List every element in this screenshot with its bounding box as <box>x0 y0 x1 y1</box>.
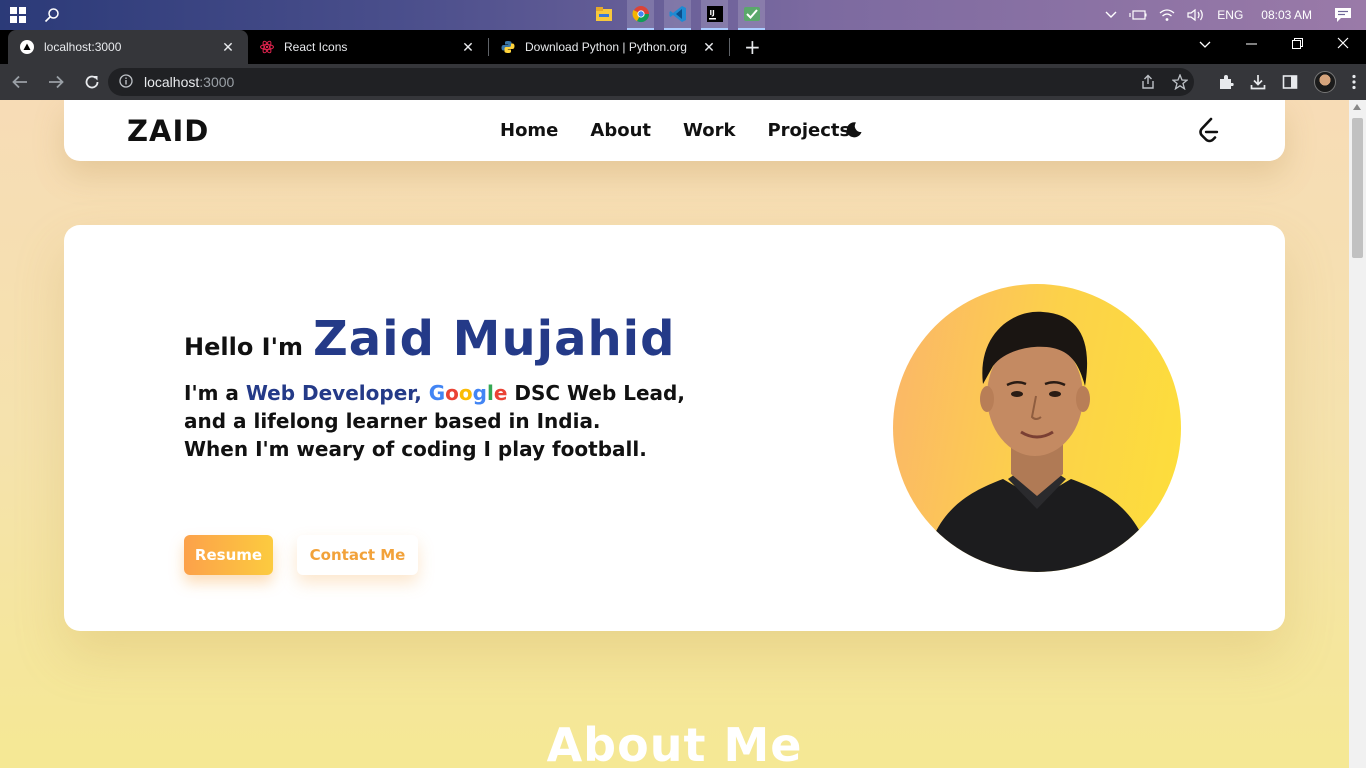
google-letter: g <box>472 381 487 405</box>
tab-divider <box>729 38 730 56</box>
close-tab-icon[interactable]: ✕ <box>220 39 236 56</box>
tab-react-icons[interactable]: React Icons ✕ <box>248 30 488 64</box>
tab-strip: localhost:3000 ✕ React Icons ✕ Download … <box>0 30 1366 64</box>
hero-name: Zaid Mujahid <box>312 311 676 367</box>
google-letter: l <box>487 381 494 405</box>
reload-icon[interactable] <box>76 68 108 96</box>
close-window-icon[interactable] <box>1320 30 1366 60</box>
wifi-icon[interactable] <box>1159 8 1175 22</box>
forward-icon[interactable] <box>40 68 72 96</box>
site-logo[interactable]: ZAID <box>127 114 209 148</box>
profile-photo <box>893 284 1181 572</box>
tab-title: React Icons <box>284 40 348 54</box>
page-scrollbar[interactable] <box>1349 100 1366 768</box>
side-panel-icon[interactable] <box>1282 74 1298 90</box>
download-icon[interactable] <box>1250 74 1266 90</box>
nav-links: Home About Work Projects <box>500 120 882 141</box>
chrome-icon[interactable] <box>627 0 654 30</box>
intro-comma: , <box>414 381 429 405</box>
hero-heading: Hello I'm Zaid Mujahid <box>184 311 675 367</box>
hero-card: Hello I'm Zaid Mujahid I'm a Web Develop… <box>64 225 1285 631</box>
google-letter: o <box>458 381 473 405</box>
chevron-up-icon[interactable] <box>1105 11 1117 19</box>
nav-link-about[interactable]: About <box>590 120 651 141</box>
menu-icon[interactable] <box>1352 74 1356 90</box>
url-port: :3000 <box>199 74 235 90</box>
bookmark-star-icon[interactable] <box>1172 74 1188 90</box>
intro-suffix: DSC Web Lead, <box>507 381 685 405</box>
windows-taskbar: IJ ENG 08:03 AM <box>0 0 1366 30</box>
minimize-icon[interactable] <box>1228 30 1274 60</box>
url-host: localhost <box>144 74 200 90</box>
svg-text:IJ: IJ <box>709 9 714 17</box>
battery-icon[interactable] <box>1129 9 1147 21</box>
profile-avatar[interactable] <box>1314 71 1336 93</box>
search-icon[interactable] <box>44 7 60 23</box>
greeting-text: Hello I'm <box>184 333 303 361</box>
google-letter: G <box>428 381 446 405</box>
intro-prefix: I'm a <box>184 381 246 405</box>
tab-localhost[interactable]: localhost:3000 ✕ <box>8 30 248 64</box>
clock[interactable]: 08:03 AM <box>1261 8 1312 22</box>
restore-icon[interactable] <box>1274 30 1320 60</box>
window-controls <box>1182 30 1366 60</box>
intro-line-3: When I'm weary of coding I play football… <box>184 437 647 461</box>
site-navbar: ZAID Home About Work Projects <box>64 100 1285 161</box>
site-info-icon[interactable] <box>108 73 144 91</box>
tab-title: Download Python | Python.org <box>525 40 687 54</box>
scrollbar-thumb[interactable] <box>1352 118 1363 258</box>
google-letter: e <box>493 381 508 405</box>
nav-link-home[interactable]: Home <box>500 120 558 141</box>
tab-search-icon[interactable] <box>1182 30 1228 60</box>
tab-python[interactable]: Download Python | Python.org ✕ <box>489 30 729 64</box>
notifications-icon[interactable] <box>1334 7 1352 23</box>
back-icon[interactable] <box>4 68 36 96</box>
intro-line-1: I'm a Web Developer, Google DSC Web Lead… <box>184 379 685 407</box>
vscode-icon[interactable] <box>664 0 691 30</box>
leetcode-icon[interactable] <box>1196 116 1220 144</box>
language-indicator[interactable]: ENG <box>1217 8 1243 22</box>
nav-link-work[interactable]: Work <box>683 120 735 141</box>
page-viewport: ZAID Home About Work Projects Hello I'm … <box>0 100 1349 768</box>
role-highlight: Web Developer <box>245 381 415 405</box>
react-icon <box>260 40 274 54</box>
google-letter: o <box>445 381 459 405</box>
about-section-title: About Me <box>546 718 803 768</box>
resume-button[interactable]: Resume <box>184 535 273 575</box>
intro-line-2: and a lifelong learner based in India. <box>184 409 601 433</box>
dark-mode-moon-icon[interactable] <box>845 121 863 139</box>
extensions-icon[interactable] <box>1218 74 1234 90</box>
vercel-icon <box>20 40 34 54</box>
share-icon[interactable] <box>1140 74 1156 90</box>
nav-link-projects[interactable]: Projects <box>767 120 850 141</box>
new-tab-button[interactable]: + <box>744 35 761 59</box>
app-icon[interactable] <box>738 0 765 30</box>
volume-icon[interactable] <box>1187 8 1205 22</box>
address-bar[interactable]: localhost:3000 <box>108 68 1194 96</box>
file-explorer-icon[interactable] <box>590 0 617 30</box>
contact-me-button[interactable]: Contact Me <box>297 535 418 575</box>
google-wordmark: Google <box>429 381 508 405</box>
close-tab-icon[interactable]: ✕ <box>460 39 476 56</box>
windows-start-icon[interactable] <box>10 7 26 23</box>
scroll-up-icon[interactable] <box>1353 104 1361 110</box>
close-tab-icon[interactable]: ✕ <box>701 39 717 56</box>
browser-toolbar: localhost:3000 <box>0 64 1366 100</box>
hero-intro: I'm a Web Developer, Google DSC Web Lead… <box>184 379 685 463</box>
tab-title: localhost:3000 <box>44 40 122 54</box>
python-icon <box>501 40 515 54</box>
intellij-icon[interactable]: IJ <box>701 0 728 30</box>
